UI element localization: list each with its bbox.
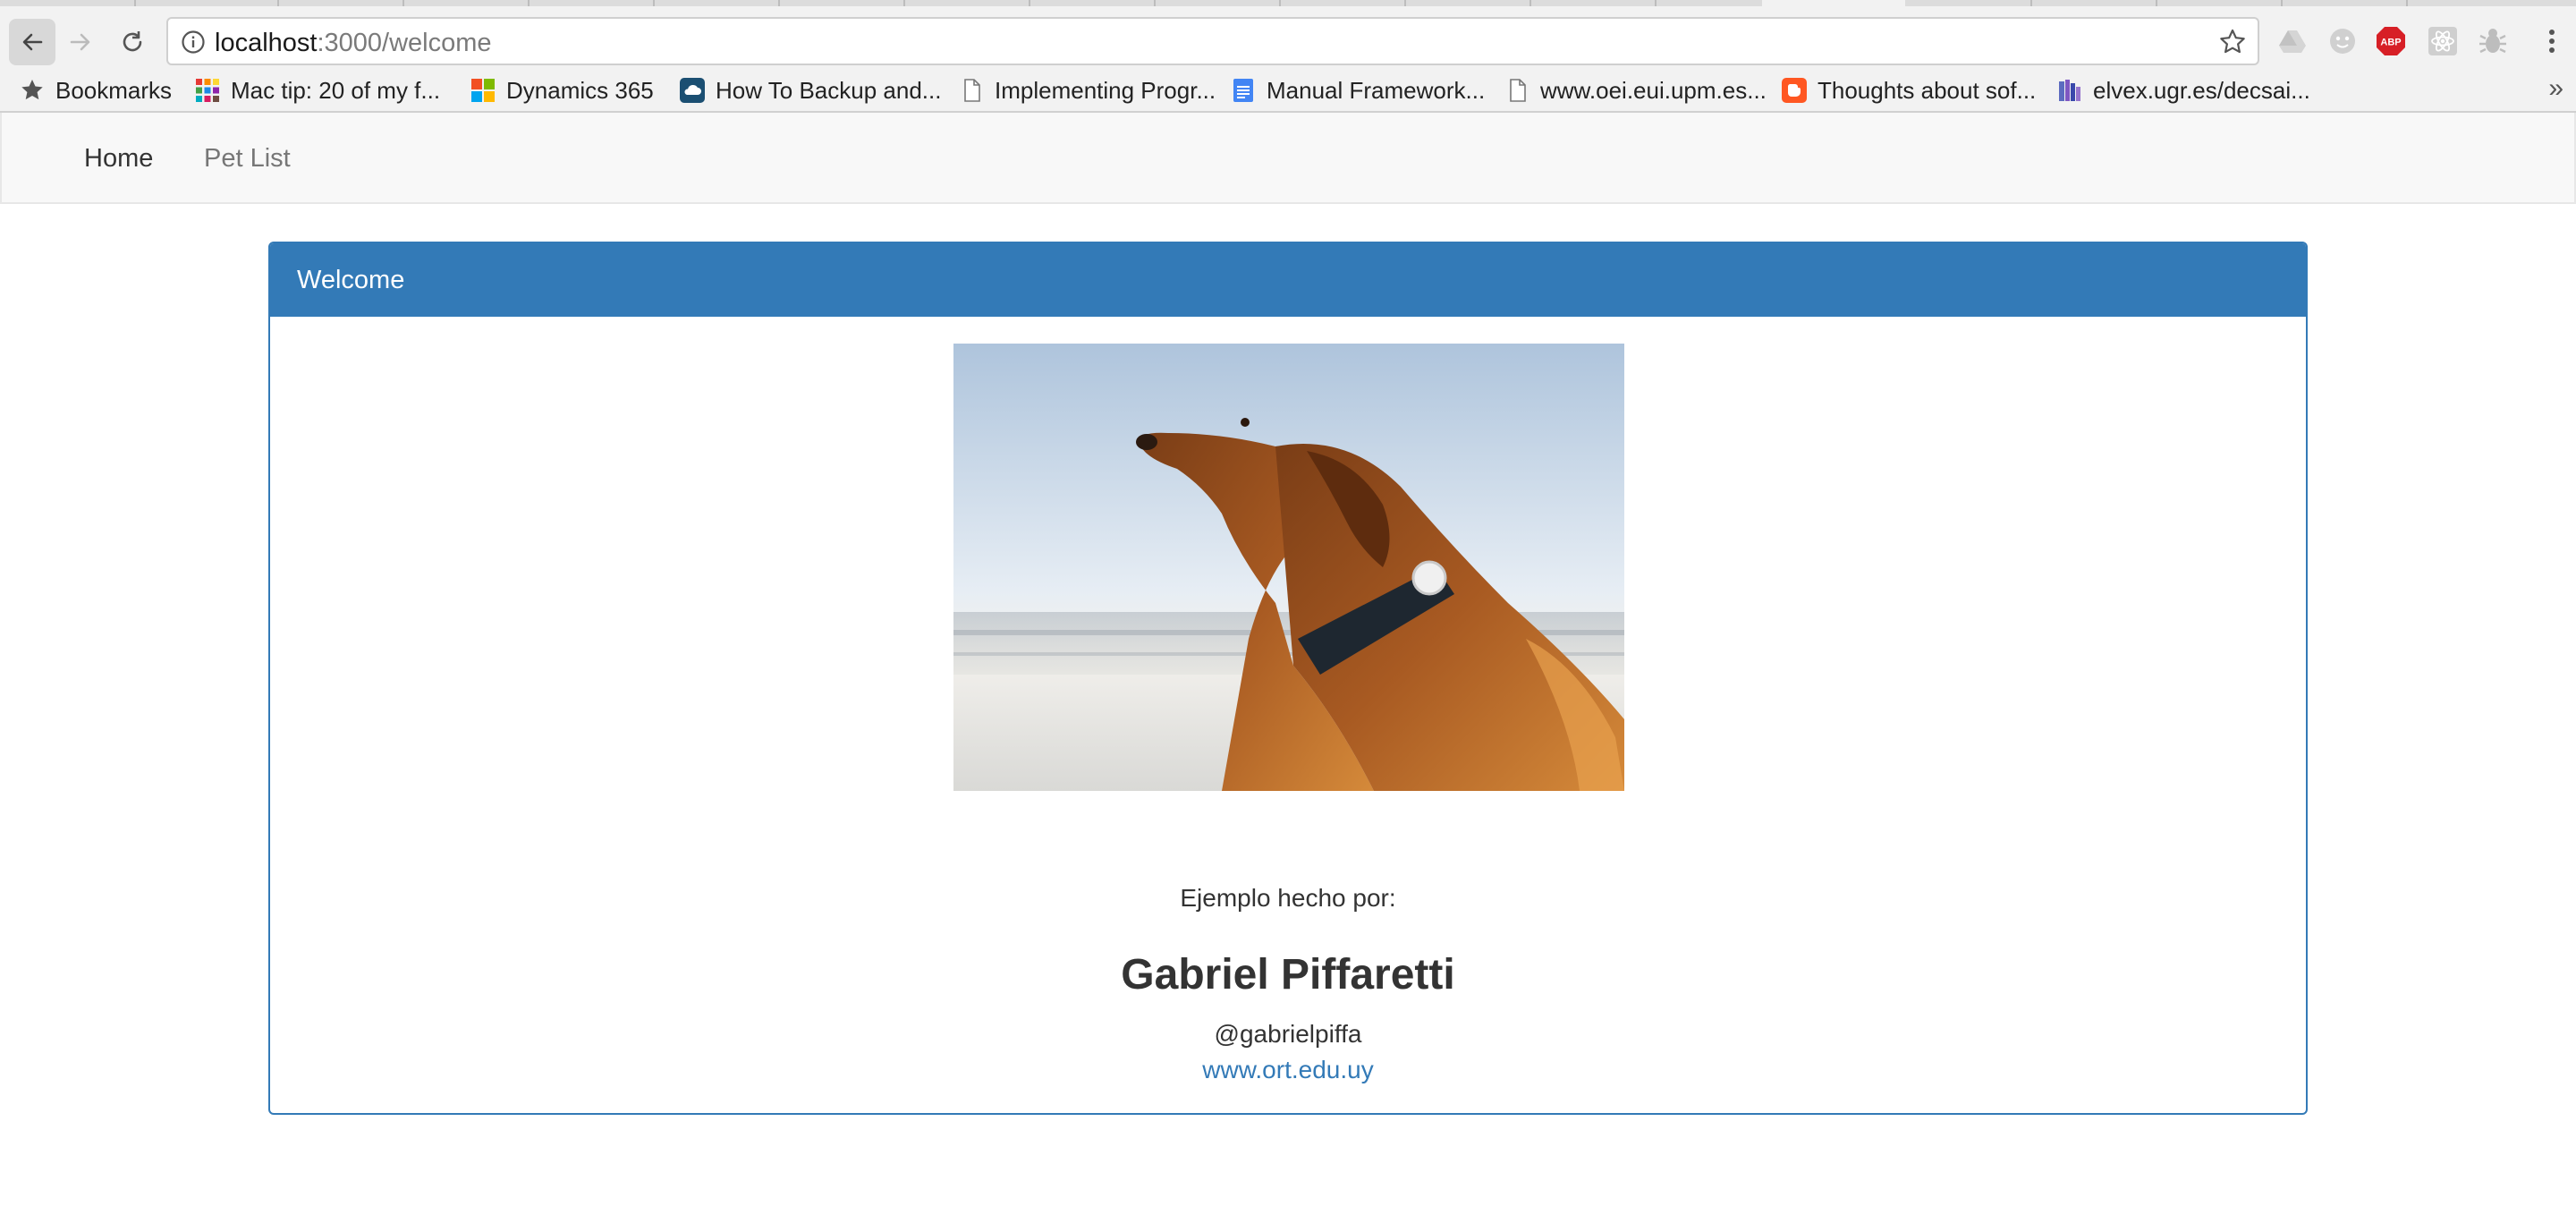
tab-divider bbox=[2281, 0, 2283, 6]
tab-divider bbox=[1279, 0, 1281, 6]
google-drive-icon bbox=[2279, 30, 2306, 53]
tab-divider bbox=[134, 0, 136, 6]
panel-heading: Welcome bbox=[270, 243, 2306, 317]
bookmark-label: Manual Framework... bbox=[1267, 76, 1486, 104]
books-icon bbox=[2057, 78, 2082, 103]
bookmark-mac-tip[interactable]: Mac tip: 20 of my f... bbox=[195, 70, 440, 111]
react-devtools-extension[interactable] bbox=[2428, 26, 2458, 56]
bookmark-label: Implementing Progr... bbox=[995, 76, 1216, 104]
url-host: localhost bbox=[215, 29, 318, 57]
abp-label: ABP bbox=[2380, 38, 2401, 48]
dog-illustration bbox=[953, 344, 1624, 791]
reload-button[interactable] bbox=[109, 19, 156, 65]
app-navbar: Home Pet List bbox=[0, 113, 2576, 204]
bookmarks-overflow-button[interactable]: » bbox=[2548, 73, 2563, 104]
url-text[interactable]: localhost:3000/welcome bbox=[215, 28, 492, 58]
tab-divider bbox=[1530, 0, 1531, 6]
bookmark-thoughts[interactable]: Thoughts about sof... bbox=[1782, 70, 2036, 111]
bug-extension[interactable] bbox=[2478, 26, 2508, 56]
arrow-right-icon bbox=[70, 33, 90, 51]
bookmark-label: Dynamics 365 bbox=[506, 76, 654, 104]
tab-divider bbox=[778, 0, 780, 6]
bookmark-backup[interactable]: How To Backup and... bbox=[680, 70, 941, 111]
bookmark-dynamics-365[interactable]: Dynamics 365 bbox=[470, 70, 654, 111]
credit-label: Ejemplo hecho por: bbox=[1180, 884, 1396, 912]
bookmark-oei-eui[interactable]: www.oei.eui.upm.es... bbox=[1504, 70, 1767, 111]
tab-divider bbox=[2156, 0, 2157, 6]
address-bar[interactable]: localhost:3000/welcome bbox=[166, 17, 2259, 65]
info-icon[interactable] bbox=[181, 30, 206, 55]
bug-icon bbox=[2479, 29, 2506, 54]
tab-divider bbox=[528, 0, 530, 6]
browser-toolbar: localhost:3000/welcome ABP bbox=[0, 6, 2576, 70]
tab-divider bbox=[903, 0, 905, 6]
blogger-icon bbox=[1782, 78, 1807, 103]
welcome-panel: Welcome Ejemplo hecho por: Gabriel Piffa… bbox=[268, 242, 2308, 1115]
nav-pet-list-link[interactable]: Pet List bbox=[204, 143, 291, 174]
star-icon bbox=[20, 78, 45, 103]
bookmark-bookmarks[interactable]: Bookmarks bbox=[20, 70, 172, 111]
adblock-plus-extension[interactable]: ABP bbox=[2376, 26, 2406, 56]
bookmark-label: Bookmarks bbox=[55, 76, 173, 104]
tab-strip bbox=[0, 0, 2576, 6]
tab-divider bbox=[1154, 0, 1156, 6]
grid-icon bbox=[195, 78, 220, 103]
dog-photo bbox=[953, 344, 1624, 791]
adblock-plus-icon: ABP bbox=[2377, 27, 2405, 55]
bookmark-label: How To Backup and... bbox=[716, 76, 942, 104]
cloud-icon bbox=[680, 78, 705, 103]
browser-menu-button[interactable] bbox=[2537, 26, 2567, 56]
react-icon bbox=[2428, 27, 2457, 55]
active-tab[interactable] bbox=[1762, 0, 1905, 6]
kebab-menu-icon bbox=[2549, 30, 2555, 53]
bookmark-label: Mac tip: 20 of my f... bbox=[231, 76, 441, 104]
page-icon bbox=[1504, 78, 1530, 103]
tab-divider bbox=[653, 0, 655, 6]
tab-divider bbox=[2030, 0, 2032, 6]
bookmark-manual-framework[interactable]: Manual Framework... bbox=[1231, 70, 1485, 111]
reload-icon bbox=[123, 31, 142, 52]
author-name: Gabriel Piffaretti bbox=[1121, 951, 1455, 998]
bookmark-star-icon[interactable] bbox=[2218, 28, 2247, 56]
back-button[interactable] bbox=[9, 19, 55, 65]
tab-divider bbox=[1655, 0, 1657, 6]
google-drive-extension[interactable] bbox=[2277, 26, 2308, 56]
page-icon bbox=[959, 78, 984, 103]
arrow-left-icon bbox=[22, 33, 43, 51]
tab-divider bbox=[277, 0, 279, 6]
bookmark-label: elvex.ugr.es/decsai... bbox=[2093, 76, 2310, 104]
nav-home-link[interactable]: Home bbox=[84, 143, 153, 174]
bookmark-label: www.oei.eui.upm.es... bbox=[1540, 76, 1767, 104]
tab-divider bbox=[2406, 0, 2408, 6]
tab-divider bbox=[1029, 0, 1030, 6]
face-extension[interactable] bbox=[2327, 26, 2358, 56]
author-handle: @gabrielpiffa bbox=[1214, 1020, 1362, 1048]
bookmarks-bar: Bookmarks Mac tip: 20 of my f... Dynamic… bbox=[0, 70, 2576, 113]
bookmark-label: Thoughts about sof... bbox=[1818, 76, 2037, 104]
face-icon bbox=[2330, 29, 2355, 54]
bookmark-implementing[interactable]: Implementing Progr... bbox=[959, 70, 1216, 111]
tab-divider bbox=[1404, 0, 1406, 6]
author-website-link[interactable]: www.ort.edu.uy bbox=[270, 1056, 2306, 1084]
microsoft-logo-icon bbox=[470, 78, 496, 103]
google-docs-icon bbox=[1231, 78, 1256, 103]
forward-button[interactable] bbox=[57, 19, 104, 65]
url-path: :3000/welcome bbox=[317, 29, 492, 57]
tab-divider bbox=[402, 0, 404, 6]
bookmark-elvex[interactable]: elvex.ugr.es/decsai... bbox=[2057, 70, 2310, 111]
panel-title: Welcome bbox=[297, 266, 405, 294]
